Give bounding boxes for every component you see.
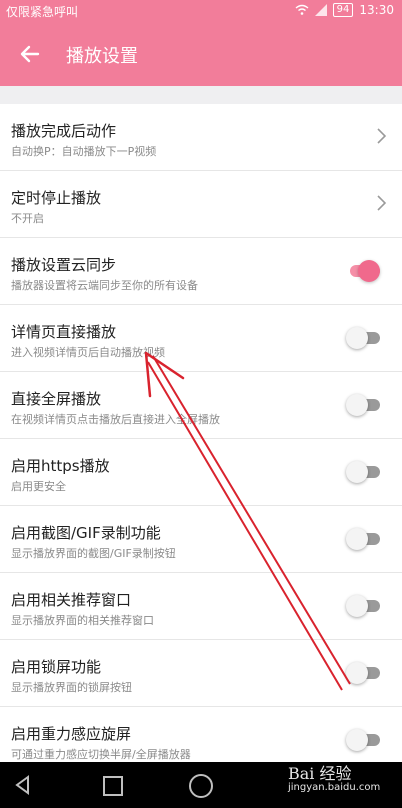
setting-subtitle: 显示播放界面的锁屏按钮 (11, 681, 132, 694)
setting-timer-stop[interactable]: 定时停止播放 不开启 (0, 171, 402, 238)
setting-title: 直接全屏播放 (11, 390, 102, 408)
setting-subtitle: 自动换P：自动播放下一P视频 (11, 145, 157, 158)
app-bar: 播放设置 (0, 22, 402, 86)
setting-subtitle: 显示播放界面的截图/GIF录制按钮 (11, 547, 176, 560)
setting-title: 播放完成后动作 (11, 122, 117, 140)
section-spacer (0, 86, 402, 104)
setting-subtitle: 不开启 (11, 212, 44, 225)
watermark-url: jingyan.baidu.com (288, 782, 381, 793)
related-window-toggle[interactable] (346, 595, 380, 617)
setting-title: 启用重力感应旋屏 (11, 725, 132, 743)
signal-icon (314, 4, 327, 16)
detail-autoplay-toggle[interactable] (346, 327, 380, 349)
chevron-right-icon (377, 128, 387, 144)
status-right: 94 13:30 (295, 3, 394, 17)
setting-screenshot-gif: 启用截图/GIF录制功能 显示播放界面的截图/GIF录制按钮 (0, 506, 402, 573)
status-bar: 仅限紧急呼叫 94 13:30 (0, 0, 402, 22)
setting-cloud-sync: 播放设置云同步 播放器设置将云端同步至你的所有设备 (0, 238, 402, 305)
setting-title: 播放设置云同步 (11, 256, 117, 274)
setting-related-window: 启用相关推荐窗口 显示播放界面的相关推荐窗口 (0, 573, 402, 640)
setting-subtitle: 显示播放界面的相关推荐窗口 (11, 614, 154, 627)
setting-https: 启用https播放 启用更安全 (0, 439, 402, 506)
settings-list: 播放完成后动作 自动换P：自动播放下一P视频 定时停止播放 不开启 播放设置云同… (0, 104, 402, 774)
setting-title: 启用锁屏功能 (11, 658, 102, 676)
setting-lock-screen: 启用锁屏功能 显示播放界面的锁屏按钮 (0, 640, 402, 707)
setting-subtitle: 播放器设置将云端同步至你的所有设备 (11, 279, 198, 292)
setting-subtitle: 可通过重力感应切换半屏/全屏播放器 (11, 748, 191, 761)
setting-title: 启用截图/GIF录制功能 (11, 524, 161, 542)
lock-screen-toggle[interactable] (346, 662, 380, 684)
nav-back-icon[interactable] (10, 772, 36, 798)
setting-subtitle: 进入视频详情页后自动播放视频 (11, 346, 165, 359)
setting-after-playback[interactable]: 播放完成后动作 自动换P：自动播放下一P视频 (0, 104, 402, 171)
https-toggle[interactable] (346, 461, 380, 483)
setting-detail-autoplay: 详情页直接播放 进入视频详情页后自动播放视频 (0, 305, 402, 372)
clock: 13:30 (359, 3, 394, 17)
gravity-rotate-toggle[interactable] (346, 729, 380, 751)
battery-indicator: 94 (332, 3, 354, 17)
page-title: 播放设置 (66, 46, 138, 67)
screenshot-gif-toggle[interactable] (346, 528, 380, 550)
setting-direct-fullscreen: 直接全屏播放 在视频详情页点击播放后直接进入全屏播放 (0, 372, 402, 439)
carrier-text: 仅限紧急呼叫 (6, 5, 79, 19)
back-arrow-icon[interactable] (18, 42, 42, 66)
cloud-sync-toggle[interactable] (346, 260, 380, 282)
chevron-right-icon (377, 195, 387, 211)
setting-subtitle: 启用更安全 (11, 480, 66, 493)
setting-title: 定时停止播放 (11, 189, 102, 207)
setting-title: 详情页直接播放 (11, 323, 117, 341)
nav-recent-icon[interactable] (103, 776, 123, 796)
baidu-watermark: Bai 经验 jingyan.baidu.com (288, 760, 380, 793)
setting-subtitle: 在视频详情页点击播放后直接进入全屏播放 (11, 413, 220, 426)
setting-title: 启用https播放 (11, 457, 110, 475)
direct-fullscreen-toggle[interactable] (346, 394, 380, 416)
nav-home-icon[interactable] (189, 774, 213, 798)
setting-title: 启用相关推荐窗口 (11, 591, 132, 609)
watermark-brand: Bai 经验 (288, 764, 352, 783)
wifi-icon (295, 4, 309, 15)
